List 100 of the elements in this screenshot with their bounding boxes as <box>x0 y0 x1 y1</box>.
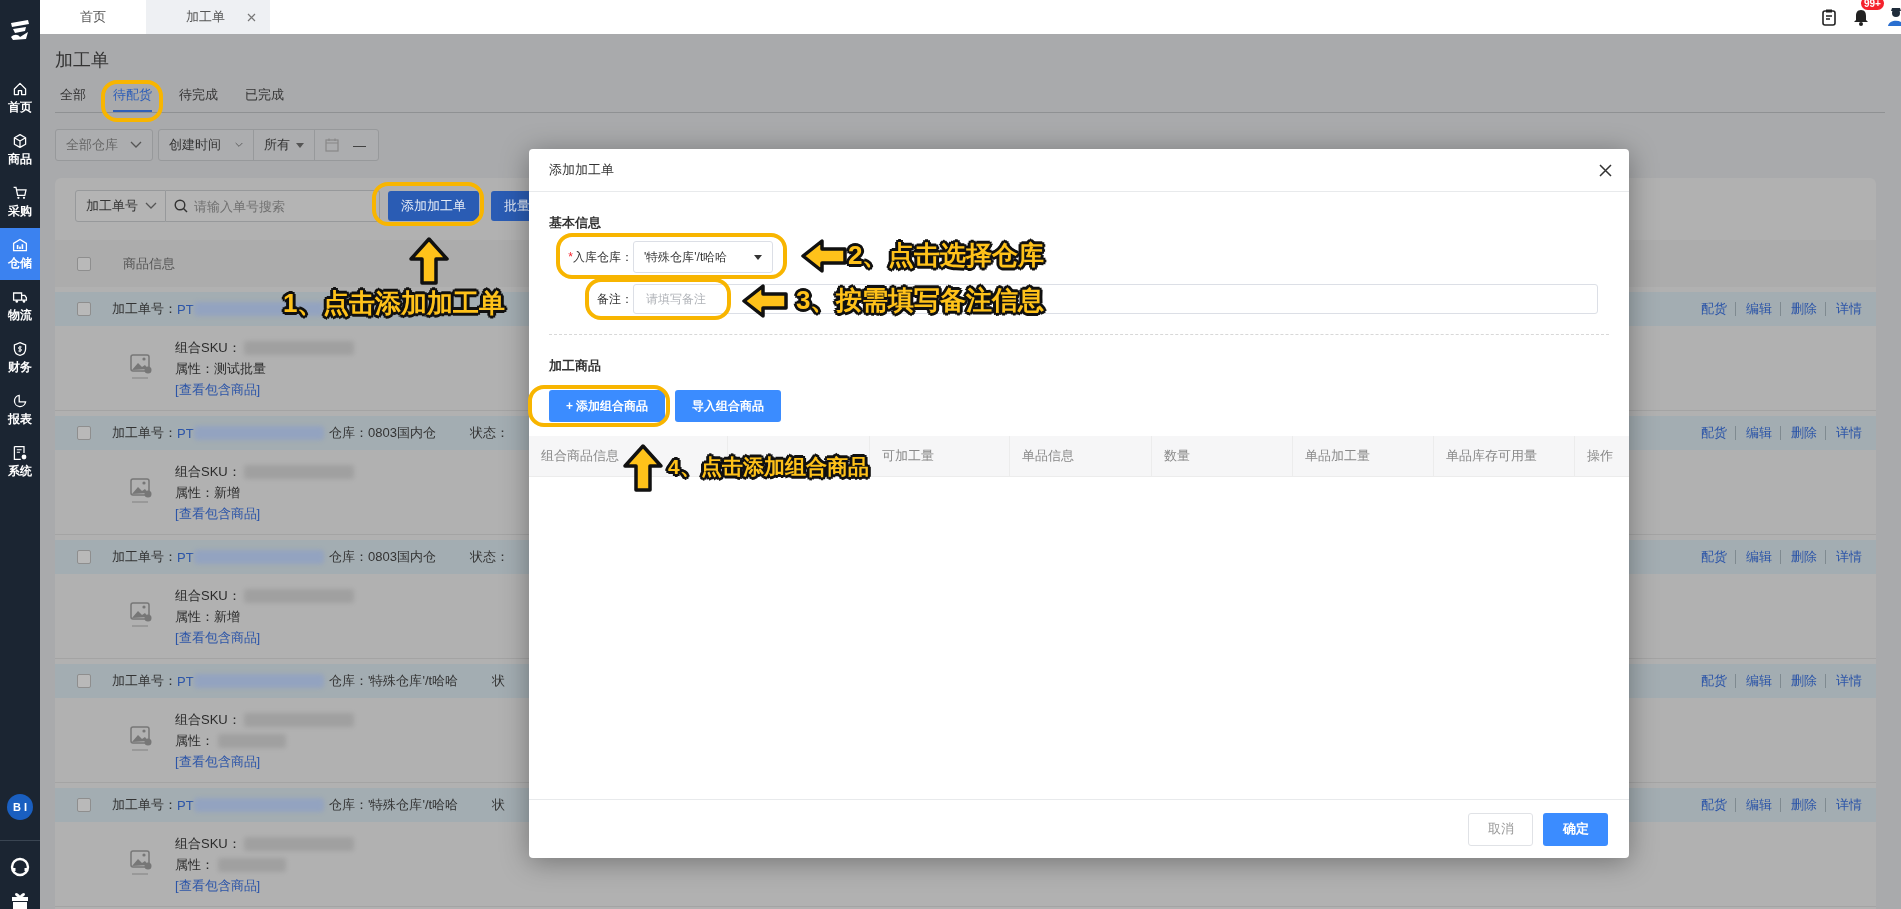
order-number-label: 加工单号： <box>112 672 177 690</box>
page-tab[interactable]: 加工单 <box>146 0 270 34</box>
sku-label: 组合SKU： <box>175 339 241 355</box>
action-link[interactable]: 删除 <box>1781 798 1826 812</box>
view-products-link[interactable]: [查看包含商品] <box>175 504 355 522</box>
user-icon[interactable] <box>1885 6 1901 28</box>
annotation-text: 4、点击添加组合商品 <box>668 454 869 480</box>
action-link[interactable]: 删除 <box>1781 674 1826 688</box>
sku-label: 组合SKU： <box>175 711 241 727</box>
order-number[interactable]: PT <box>177 301 194 317</box>
checkbox[interactable] <box>77 256 91 271</box>
left-arrow-icon <box>800 238 848 274</box>
sku-label: 组合SKU： <box>175 463 241 479</box>
image-placeholder-icon <box>130 726 152 754</box>
order-number[interactable]: PT <box>177 673 194 689</box>
action-link[interactable]: 配货 <box>1691 674 1736 688</box>
action-link[interactable]: 详情 <box>1826 550 1870 564</box>
action-link[interactable]: 删除 <box>1781 302 1826 316</box>
warehouse-text: 仓库：0803国内仓 <box>329 548 436 566</box>
warehouse-dropdown[interactable]: 全部仓库 <box>55 129 153 161</box>
action-link[interactable]: 编辑 <box>1736 302 1781 316</box>
warehouse-select[interactable]: '特殊仓库'/t哈哈 <box>633 241 773 273</box>
action-link[interactable]: 配货 <box>1691 550 1736 564</box>
section-title: 加工商品 <box>549 358 602 374</box>
view-products-link[interactable]: [查看包含商品] <box>175 752 355 770</box>
attribute-label: 属性： <box>175 732 214 748</box>
status-text: 状态： <box>469 548 509 566</box>
status-text: 状态： <box>469 424 509 442</box>
attribute-text: 属性：新增 <box>175 608 240 624</box>
field-label: 备注： <box>596 290 633 308</box>
action-link[interactable]: 删除 <box>1781 550 1826 564</box>
attribute-label: 属性： <box>175 856 214 872</box>
status-tab[interactable]: 全部 <box>60 82 86 112</box>
view-products-link[interactable]: [查看包含商品] <box>175 380 355 398</box>
left-arrow-icon <box>741 283 789 319</box>
action-link[interactable]: 详情 <box>1826 798 1870 812</box>
sku-label: 组合SKU： <box>175 587 241 603</box>
clipboard-icon[interactable] <box>1822 8 1837 26</box>
order-number-label: 加工单号： <box>112 424 177 442</box>
bell-icon[interactable] <box>1853 8 1869 26</box>
action-link[interactable]: 配货 <box>1691 426 1736 440</box>
sidebar-item[interactable]: 商品 <box>0 124 40 176</box>
status-tab[interactable]: 待完成 <box>179 82 218 112</box>
column-header: 单品信息 <box>1022 447 1074 465</box>
action-link[interactable]: 详情 <box>1826 674 1870 688</box>
action-link[interactable]: 删除 <box>1781 426 1826 440</box>
view-products-link[interactable]: [查看包含商品] <box>175 628 355 646</box>
close-button[interactable] <box>1599 163 1612 177</box>
sidebar-item[interactable]: 首页 <box>0 72 40 124</box>
column-header: 单品加工量 <box>1305 447 1370 465</box>
sidebar-item[interactable]: 采购 <box>0 176 40 228</box>
order-number[interactable]: PT <box>177 425 194 441</box>
chevron-down-icon <box>145 202 157 210</box>
logo-icon[interactable] <box>8 18 32 42</box>
annotation-text: 3、按需填写备注信息 <box>796 284 1045 316</box>
status-tab[interactable]: 已完成 <box>245 82 284 112</box>
action-link[interactable]: 编辑 <box>1736 798 1781 812</box>
shield-icon <box>12 340 28 357</box>
cancel-button[interactable]: 取消 <box>1468 812 1533 846</box>
gift-icon[interactable] <box>10 891 30 909</box>
order-number[interactable]: PT <box>177 797 194 813</box>
action-link[interactable]: 编辑 <box>1736 550 1781 564</box>
annotation-text: 2、点击选择仓库 <box>848 239 1045 271</box>
sidebar-item[interactable]: 财务 <box>0 332 40 384</box>
action-link[interactable]: 详情 <box>1826 302 1870 316</box>
checkbox[interactable] <box>77 674 91 688</box>
chevron-down-icon <box>130 141 142 149</box>
confirm-button[interactable]: 确定 <box>1543 812 1608 846</box>
close-icon[interactable] <box>247 12 256 22</box>
document-icon <box>12 444 28 461</box>
action-link[interactable]: 配货 <box>1691 798 1736 812</box>
action-link[interactable]: 编辑 <box>1736 674 1781 688</box>
sidebar-item[interactable]: 仓储 <box>0 228 40 280</box>
section-title: 基本信息 <box>549 215 602 231</box>
field-label: *入库仓库： <box>567 248 633 266</box>
search-type-dropdown[interactable]: 加工单号 <box>75 190 166 222</box>
order-number[interactable]: PT <box>177 549 194 565</box>
action-link[interactable]: 编辑 <box>1736 426 1781 440</box>
sidebar-item[interactable]: 物流 <box>0 280 40 332</box>
dialog-button[interactable]: 导入组合商品 <box>675 390 782 422</box>
status-tab[interactable]: 待配货 <box>113 82 152 112</box>
sidebar-item[interactable]: 报表 <box>0 384 40 436</box>
view-products-link[interactable]: [查看包含商品] <box>175 876 355 894</box>
user-avatar[interactable]: B I <box>7 794 33 820</box>
checkbox[interactable] <box>77 302 91 316</box>
headset-icon[interactable] <box>10 857 30 877</box>
sidebar-item[interactable]: 系统 <box>0 436 40 488</box>
search-field[interactable]: 请输入单号搜索 <box>166 190 380 222</box>
search-icon <box>174 199 188 213</box>
checkbox[interactable] <box>77 798 91 812</box>
order-number-label: 加工单号： <box>112 300 177 318</box>
dialog-button[interactable]: + 添加组合商品 <box>549 390 666 422</box>
action-link[interactable]: 详情 <box>1826 426 1870 440</box>
toolbar-button[interactable]: 添加加工单 <box>388 191 479 221</box>
checkbox[interactable] <box>77 426 91 440</box>
checkbox[interactable] <box>77 550 91 564</box>
caret-icon <box>754 254 762 260</box>
home-icon <box>12 80 28 97</box>
action-link[interactable]: 配货 <box>1691 302 1736 316</box>
dialog-title: 添加加工单 <box>549 161 614 179</box>
